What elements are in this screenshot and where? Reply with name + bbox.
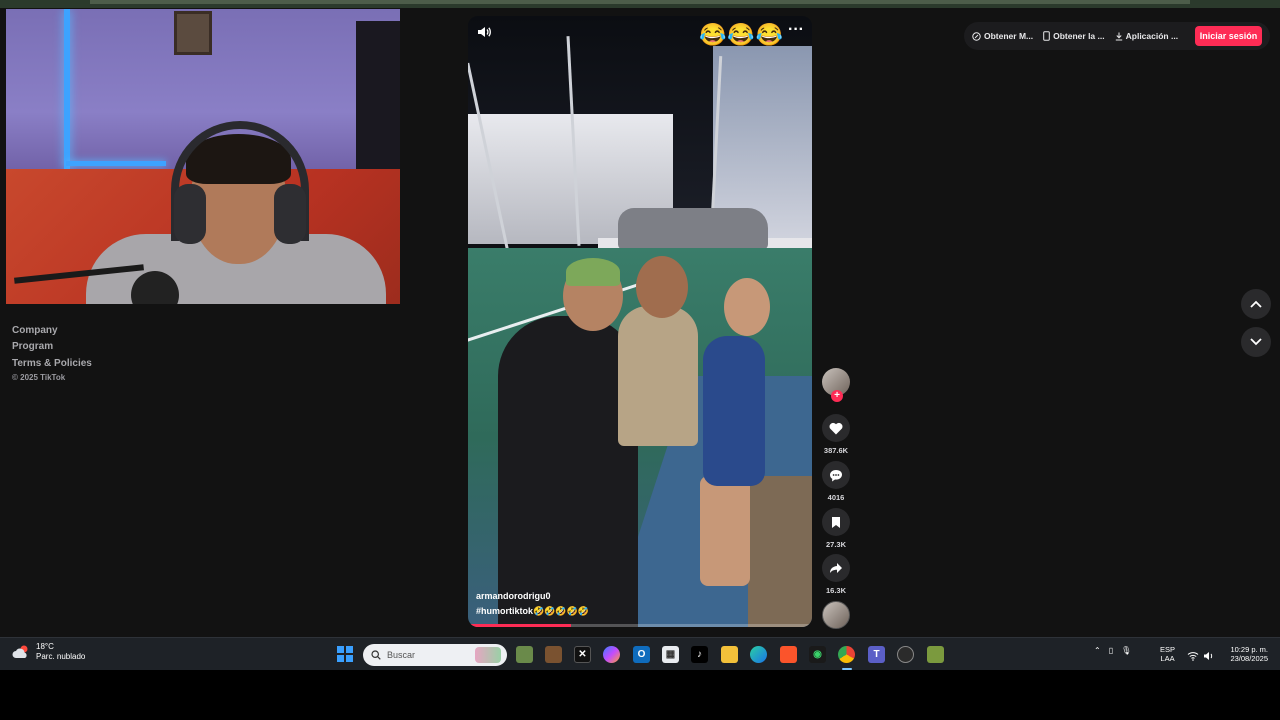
webcam-overlay (6, 9, 400, 304)
footer-link-company[interactable]: Company (12, 323, 92, 339)
comment-icon[interactable] (822, 461, 850, 489)
video-caption[interactable]: #humortiktok🤣🤣🤣🤣🤣 (476, 606, 589, 617)
wifi-icon[interactable] (1187, 648, 1199, 666)
heart-icon[interactable] (822, 414, 850, 442)
clock-date: 23/08/2025 (1230, 654, 1268, 663)
follow-plus-icon[interactable]: + (831, 390, 843, 402)
coin-icon (972, 31, 981, 41)
chevron-up-icon (1250, 300, 1262, 308)
login-button[interactable]: Iniciar sesión (1195, 26, 1262, 46)
footer-links: Company Program Terms & Policies © 2025 … (12, 323, 92, 382)
share-action[interactable]: 16.3K (821, 554, 851, 596)
video-actions: + 387.6K 4016 27.3K 16.3K (821, 368, 851, 629)
video-author[interactable]: armandorodrigu0 (476, 591, 551, 601)
volume-icon[interactable] (476, 24, 492, 40)
comment-count: 4016 (827, 493, 845, 502)
system-clock[interactable]: 10:29 p. m. 23/08/2025 (1218, 645, 1268, 663)
video-player[interactable]: 😂😂😂 ··· armandorodrigu0 #humortiktok🤣🤣🤣🤣… (468, 16, 812, 627)
footer-link-terms[interactable]: Terms & Policies (12, 356, 92, 372)
music-disc-avatar[interactable] (822, 601, 850, 629)
more-options-icon[interactable]: ··· (788, 20, 804, 40)
get-app-label: Obtener la ... (1053, 31, 1105, 41)
copyright-text: © 2025 TikTok (12, 372, 66, 382)
chevron-down-icon (1250, 338, 1262, 346)
usb-icon[interactable]: ▯ (1109, 646, 1113, 655)
get-coins-button[interactable]: Obtener M... (972, 31, 1033, 41)
edge-icon[interactable] (750, 646, 767, 663)
search-highlight-image (475, 647, 501, 663)
weather-desc: Parc. nublado (36, 652, 86, 661)
video-emoji-overlay: 😂😂😂 (699, 22, 785, 47)
black-letterbox (0, 670, 1280, 720)
speaker-icon[interactable] (1203, 648, 1215, 666)
app-icon[interactable] (927, 646, 944, 663)
taskbar-search[interactable]: Buscar (363, 644, 507, 666)
save-action[interactable]: 27.3K (821, 508, 851, 550)
get-coins-label: Obtener M... (984, 31, 1034, 41)
game-app-icon[interactable] (545, 646, 562, 663)
desktop-app-button[interactable]: Aplicación ... (1115, 31, 1178, 41)
get-app-button[interactable]: Obtener la ... (1043, 31, 1105, 41)
desktop-app-label: Aplicación ... (1125, 31, 1179, 41)
windows-start-icon[interactable] (337, 646, 353, 662)
microphone-icon[interactable]: 🎙 (1121, 646, 1131, 655)
share-count: 16.3K (825, 586, 846, 595)
phone-icon (1043, 31, 1050, 41)
windows-taskbar: 18°C Parc. nublado Buscar ✕ O ▦ ♪ ◉ T ⌃ … (0, 637, 1280, 670)
chrome-icon[interactable] (838, 646, 855, 663)
language-indicator[interactable]: ESP LAA (1160, 645, 1175, 663)
next-video-button[interactable] (1241, 327, 1271, 357)
weather-widget[interactable]: 18°C Parc. nublado (12, 642, 85, 662)
store-icon[interactable]: ▦ (662, 646, 679, 663)
video-progress-bar[interactable] (468, 624, 812, 627)
footer-link-program[interactable]: Program (12, 339, 92, 355)
like-action[interactable]: 387.6K (821, 414, 851, 456)
creator-avatar[interactable]: + (822, 368, 850, 402)
cloud-icon (12, 645, 28, 658)
game-launcher-icon[interactable]: ◉ (809, 646, 826, 663)
file-explorer-icon[interactable] (721, 646, 738, 663)
like-count: 387.6K (823, 446, 849, 455)
outlook-icon[interactable]: O (633, 646, 650, 663)
capcut-icon[interactable]: ✕ (574, 646, 591, 663)
minecraft-icon[interactable] (516, 646, 533, 663)
search-placeholder: Buscar (387, 650, 416, 660)
lang-bottom: LAA (1160, 654, 1175, 663)
search-icon (371, 650, 381, 660)
share-icon[interactable] (822, 554, 850, 582)
tray-chevron-icon[interactable]: ⌃ (1094, 646, 1101, 655)
obs-icon[interactable] (897, 646, 914, 663)
system-tray: ⌃ ▯ 🎙 (1094, 646, 1131, 655)
clock-time: 10:29 p. m. (1230, 645, 1268, 654)
weather-temp: 18°C (36, 642, 54, 651)
previous-video-button[interactable] (1241, 289, 1271, 319)
brave-icon[interactable] (780, 646, 797, 663)
browser-top-strip (0, 0, 1280, 8)
save-count: 27.3K (825, 540, 846, 549)
download-icon (1115, 32, 1122, 40)
video-progress-fill (468, 624, 572, 627)
copilot-icon[interactable] (603, 646, 620, 663)
tiktok-icon[interactable]: ♪ (691, 646, 708, 663)
teams-icon[interactable]: T (868, 646, 885, 663)
bookmark-icon[interactable] (822, 508, 850, 536)
comment-action[interactable]: 4016 (821, 461, 851, 503)
lang-top: ESP (1160, 645, 1176, 654)
